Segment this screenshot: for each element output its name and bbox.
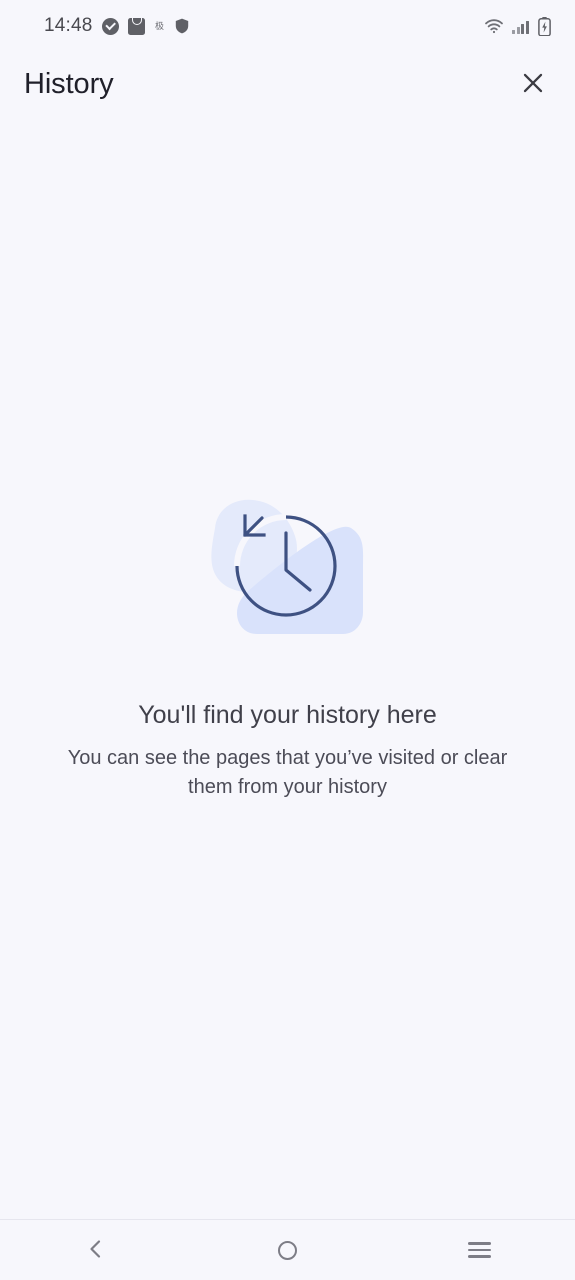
check-circle-icon: [101, 17, 119, 35]
circle-icon: [278, 1240, 297, 1260]
history-clock-illustration: [183, 488, 393, 648]
chevron-left-icon: [84, 1237, 108, 1264]
shopping-bag-icon: [127, 17, 145, 35]
status-bar-right-group: [484, 16, 551, 37]
status-bar-clock: 14:48: [44, 15, 93, 36]
empty-state: You'll find your history here You can se…: [0, 488, 575, 802]
close-icon: [520, 70, 546, 99]
page-title: History: [24, 67, 114, 100]
nav-recents-button[interactable]: [383, 1220, 575, 1280]
status-bar-left-group: 14:48 极: [44, 15, 189, 37]
close-button[interactable]: [513, 64, 553, 104]
signal-icon: [512, 19, 530, 34]
history-content-area: You'll find your history here You can se…: [0, 116, 575, 1220]
app-header: History: [0, 52, 575, 116]
nav-home-button[interactable]: [192, 1220, 384, 1280]
hamburger-icon: [467, 1242, 491, 1258]
battery-charging-icon: [538, 16, 551, 37]
wifi-icon: [484, 18, 504, 34]
android-nav-bar: [0, 1220, 575, 1280]
shield-icon: [175, 18, 189, 34]
glyph-badge-icon: 极: [155, 20, 165, 31]
empty-state-heading: You'll find your history here: [138, 701, 437, 729]
status-bar: 14:48 极: [0, 0, 575, 52]
empty-state-subtitle: You can see the pages that you’ve visite…: [67, 747, 508, 799]
nav-back-button[interactable]: [0, 1220, 192, 1280]
